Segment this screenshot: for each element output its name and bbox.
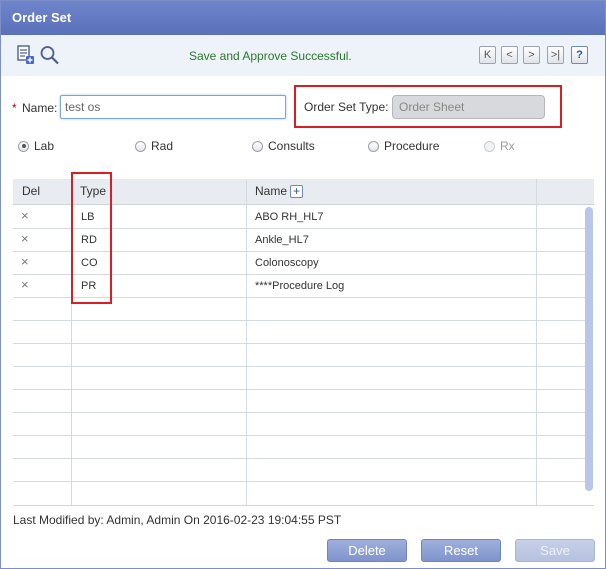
radio-consults-indicator	[252, 140, 263, 152]
row-divider	[13, 389, 586, 390]
radio-procedure-label: Procedure	[384, 139, 440, 153]
radio-lab[interactable]: Lab	[18, 138, 54, 154]
row-divider	[13, 320, 586, 321]
save-button: Save	[515, 539, 595, 562]
radio-lab-label: Lab	[34, 139, 55, 153]
radio-consults-label: Consults	[268, 139, 315, 153]
delete-row-icon[interactable]: ×	[21, 254, 29, 269]
radio-lab-indicator	[18, 140, 29, 152]
radio-rad-label: Rad	[151, 139, 174, 153]
column-header-del: Del	[22, 184, 41, 198]
radio-rad-indicator	[135, 140, 146, 152]
add-item-button[interactable]: +	[290, 185, 304, 199]
title-bar: Order Set	[1, 1, 605, 35]
last-record-button[interactable]: >|	[547, 46, 564, 64]
grid-scrollbar-thumb[interactable]	[585, 207, 593, 491]
order-set-window: Order Set Save and Approve Successful. K…	[0, 0, 606, 569]
radio-rx-indicator	[484, 140, 495, 152]
radio-procedure-indicator	[368, 140, 379, 152]
grid-scrollbar[interactable]	[585, 207, 593, 491]
row-name[interactable]: Colonoscopy	[255, 257, 319, 269]
row-name[interactable]: ****Procedure Log	[255, 280, 344, 292]
delete-button[interactable]: Delete	[327, 539, 407, 562]
delete-row-icon[interactable]: ×	[21, 231, 29, 246]
row-divider	[13, 366, 586, 367]
radio-rx-label: Rx	[500, 139, 515, 153]
status-message: Save and Approve Successful.	[189, 49, 352, 63]
row-name[interactable]: ABO RH_HL7	[255, 211, 323, 223]
radio-rad[interactable]: Rad	[135, 138, 173, 154]
first-record-button[interactable]: K	[479, 46, 496, 64]
last-modified-info: Last Modified by: Admin, Admin On 2016-0…	[13, 513, 342, 527]
help-button[interactable]: ?	[571, 46, 588, 64]
window-title: Order Set	[12, 10, 72, 25]
name-input[interactable]	[60, 95, 286, 119]
delete-row-icon[interactable]: ×	[21, 277, 29, 292]
reset-button[interactable]: Reset	[421, 539, 501, 562]
next-record-button[interactable]: >	[523, 46, 540, 64]
required-marker: *	[12, 101, 17, 115]
type-column-highlight	[71, 172, 112, 304]
toolbar: Save and Approve Successful. K < > >| ?	[1, 35, 605, 76]
previous-record-button[interactable]: <	[501, 46, 518, 64]
row-divider	[13, 343, 586, 344]
row-divider	[13, 435, 586, 436]
radio-consults[interactable]: Consults	[252, 138, 315, 154]
order-set-type-field: Order Sheet	[392, 95, 545, 119]
search-icon[interactable]	[39, 44, 59, 66]
order-set-type-label: Order Set Type:	[304, 100, 389, 114]
delete-row-icon[interactable]: ×	[21, 208, 29, 223]
row-divider	[13, 458, 586, 459]
radio-rx: Rx	[484, 138, 515, 154]
document-add-icon[interactable]	[17, 44, 37, 66]
radio-procedure[interactable]: Procedure	[368, 138, 439, 154]
name-label: Name:	[22, 101, 58, 115]
row-divider	[13, 412, 586, 413]
column-header-name: Name +	[255, 179, 304, 204]
column-header-name-label: Name	[255, 184, 288, 198]
row-name[interactable]: Ankle_HL7	[255, 234, 309, 246]
row-divider	[13, 481, 586, 482]
